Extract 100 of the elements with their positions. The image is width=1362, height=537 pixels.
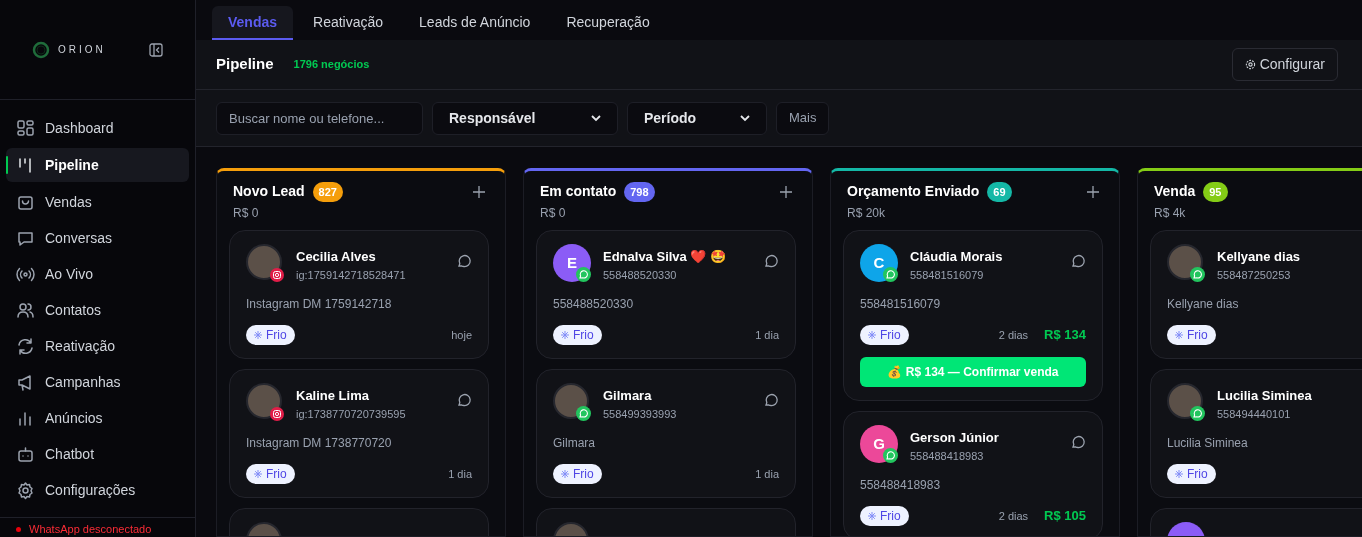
lead-card[interactable]: Cecilia Alves ig:1759142718528471 Instagram DM 1759142718 Frio hoje [229, 230, 489, 359]
contact-id: 558494440101 [1217, 406, 1292, 422]
users-icon [16, 300, 35, 320]
tab[interactable]: Reativação [297, 6, 400, 40]
temperature-tag: Frio [553, 464, 602, 484]
dropdown[interactable]: Período [627, 101, 767, 135]
configure-button[interactable]: Configurar [1231, 48, 1338, 81]
column-total: R$ 0 [233, 205, 260, 222]
deal-value: R$ 134 [1044, 326, 1086, 345]
whatsapp-icon [1190, 267, 1205, 282]
sidebar-item[interactable]: Chatbot [6, 438, 189, 470]
temperature-tag: Frio [1167, 464, 1216, 484]
tab[interactable]: Vendas [212, 6, 294, 40]
temperature-tag: Frio [246, 325, 295, 345]
contact-id: 558481516079 [910, 267, 985, 283]
robot-icon [16, 444, 35, 464]
whatsapp-icon [883, 267, 898, 282]
lead-card[interactable]: Kaline Lima ig:1738770720739595 Instagram DM 1738770720 Frio 1 dia [229, 369, 489, 498]
contact-id: 558488520330 [603, 267, 678, 283]
sidebar-item[interactable]: Vendas [6, 186, 189, 218]
snowflake-icon [868, 512, 876, 520]
sidebar-item[interactable]: Pipeline [6, 148, 189, 182]
time-ago: hoje [451, 327, 472, 343]
deal-value: R$ 105 [1044, 507, 1086, 526]
sidebar-item[interactable]: Ao Vivo [6, 258, 189, 290]
time-ago: 2 dias [998, 508, 1029, 524]
grid-icon [16, 118, 35, 138]
count-badge: 69 [987, 181, 1012, 202]
contact-name: Gilmara [603, 387, 653, 405]
lead-card[interactable]: E Ednalva Silva ❤ 🤩 558488520330 558488520330 Frio 1 dia [536, 230, 796, 359]
temperature-tag: Frio [860, 506, 909, 526]
time-ago: 1 dia [755, 327, 779, 343]
sidebar-item[interactable]: Configurações [6, 474, 189, 506]
chevron-down-icon [740, 114, 750, 122]
contact-id: ig:1738770720739595 [296, 406, 407, 422]
card-note: 558488520330 [553, 296, 635, 313]
contact-id: 558487250253 [1217, 267, 1292, 283]
add-icon[interactable] [780, 185, 792, 198]
lead-card[interactable]: Gilmara 558499393993 Gilmara Frio 1 dia [536, 369, 796, 498]
lead-card[interactable]: C Cláudia Morais 558481516079 558481516079 Frio 2 dias R$ 134 💰 R$ 134 — Confirmar venda [843, 230, 1103, 401]
logo-text: ORION [58, 43, 106, 57]
more-filters-button[interactable]: Mais [776, 101, 830, 135]
lead-card[interactable]: Lucilia Siminea 558494440101 Lucilia Siminea Frio [1150, 369, 1362, 498]
chat-bubble-icon[interactable] [1070, 253, 1086, 269]
column-total: R$ 20k [847, 205, 887, 222]
collapse-sidebar-icon[interactable] [149, 42, 163, 57]
snowflake-icon [254, 470, 262, 478]
card-note: 558481516079 [860, 296, 942, 313]
column-title: Venda [1154, 182, 1196, 201]
refresh-icon [16, 336, 35, 356]
contact-name: Kellyane dias [1217, 248, 1302, 266]
chat-bubble-icon[interactable] [456, 392, 472, 408]
photo-placeholder [246, 244, 282, 280]
search-field[interactable]: Buscar nome ou telefone... [216, 101, 423, 135]
sidebar-item[interactable]: Anúncios [6, 402, 189, 434]
temperature-tag: Frio [1167, 325, 1216, 345]
lead-card[interactable]: Kellyane dias 558487250253 Kellyane dias Frio [1150, 230, 1362, 359]
whatsapp-icon [576, 267, 591, 282]
ring-logo-icon [32, 40, 50, 59]
whatsapp-icon [576, 406, 591, 421]
temperature-tag: Frio [860, 325, 909, 345]
chevron-down-icon [591, 114, 601, 122]
instagram-icon [270, 407, 284, 421]
sidebar-item[interactable]: Reativação [6, 330, 189, 362]
column-title: Orçamento Enviado [847, 182, 980, 201]
dropdown[interactable]: Responsável [432, 101, 618, 135]
lead-card[interactable]: G Gerson Júnior 558488418983 558488418983 Frio 2 dias R$ 105 [843, 411, 1103, 536]
tab[interactable]: Leads de Anúncio [403, 6, 547, 40]
sidebar-item[interactable]: Campanhas [6, 366, 189, 398]
snowflake-icon [561, 470, 569, 478]
chat-bubble-icon[interactable] [763, 253, 779, 269]
sidebar-item[interactable]: Contatos [6, 294, 189, 326]
sidebar-item[interactable]: Dashboard [6, 112, 189, 144]
contact-name: Cecilia Alves [296, 248, 377, 266]
column-title: Em contato [540, 182, 617, 201]
contact-id: ig:1759142718528471 [296, 267, 407, 283]
chat-bubble-icon[interactable] [1070, 434, 1086, 450]
column-title: Novo Lead [233, 182, 305, 201]
instagram-icon [270, 268, 284, 282]
count-badge: 827 [312, 181, 343, 202]
temperature-tag: Frio [246, 464, 295, 484]
tab[interactable]: Recuperação [550, 6, 666, 40]
time-ago: 1 dia [448, 466, 472, 482]
contact-id: 558499393993 [603, 406, 678, 422]
whatsapp-icon [1190, 406, 1205, 421]
chat-bubble-icon[interactable] [456, 253, 472, 269]
contact-id: 558488418983 [910, 448, 985, 464]
card-note: Lucilia Siminea [1167, 435, 1249, 452]
add-icon[interactable] [1087, 185, 1099, 198]
time-ago: 1 dia [755, 466, 779, 482]
contact-name: Ednalva Silva ❤ 🤩 [603, 248, 728, 266]
chat-bubble-icon[interactable] [763, 392, 779, 408]
snowflake-icon [1175, 470, 1183, 478]
page-title: Pipeline [216, 54, 274, 75]
add-icon[interactable] [473, 185, 485, 198]
card-note: Instagram DM 1759142718 [246, 296, 393, 313]
contact-name: Lucilia Siminea [1217, 387, 1313, 405]
count-badge: 95 [1203, 181, 1228, 202]
sidebar-item[interactable]: Conversas [6, 222, 189, 254]
settings-icon [1244, 59, 1256, 70]
